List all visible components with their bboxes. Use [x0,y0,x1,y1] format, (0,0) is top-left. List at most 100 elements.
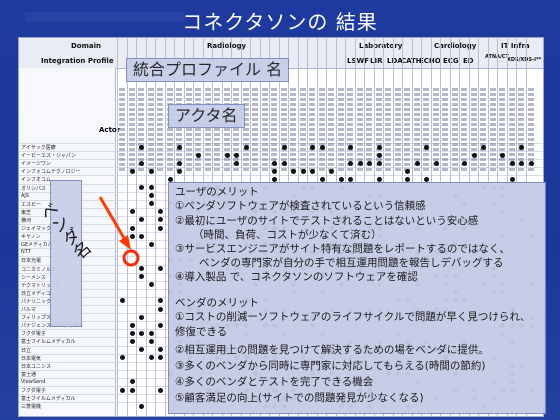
actor-header-text [185,88,192,173]
profile-lswf: LSWF [347,57,370,65]
vendor-row-label: フィリップス [21,315,51,322]
actor-header-text [489,88,496,173]
actor-header-text [423,88,429,173]
support-dot [129,225,135,231]
vendor-benefit-1-cont: 修復できる [175,326,228,338]
actor-header-text [147,88,154,173]
actor-header-text [385,88,391,173]
vendor-row-label: GEメディカル [21,242,53,249]
vendor-row-label: パルマ [21,307,37,313]
support-dot [376,144,382,150]
support-dot [509,160,515,166]
column-separator [126,38,128,416]
actor-header-text [470,88,477,173]
support-dot [348,144,353,150]
support-dot [129,168,135,174]
vendor-row-label: フクダ電子 [21,388,46,394]
user-benefit-1: ①ベンダソフトウェアが検査されているという信頼感 [175,200,426,212]
support-dot [148,282,154,288]
vendor-row-label: パナソニック [21,298,52,305]
slide-title: コネクタソンの 結果 [182,10,378,34]
support-dot [139,347,144,352]
support-dot [139,330,144,336]
column-separator [164,38,166,416]
support-dot [471,152,477,158]
user-benefit-3-cont: ベンダの専門家が自分の手で相互運用問題を報告しデバッグする [199,257,504,269]
support-dot [329,168,334,174]
column-separator [136,38,137,416]
actor-header-text [261,88,268,173]
support-dot [196,152,201,158]
support-dot [272,160,277,166]
support-dot [348,160,353,166]
support-dot [405,168,410,174]
support-dot [291,168,296,174]
support-dot [129,387,135,393]
actor-header-text [309,88,315,173]
support-dot [158,322,163,328]
actor-header-text [204,88,211,173]
support-dot [158,298,163,304]
support-dot [177,160,182,166]
support-dot [500,152,505,158]
actor-header-text [499,88,505,173]
support-dot [148,355,154,361]
actor-header-text [195,88,201,173]
vendor-row-label: フクダ電子 [21,331,46,338]
support-dot [158,355,163,361]
support-dot [129,233,135,239]
support-dot [139,274,144,280]
vendor-benefit-4: ④多くのベンダとテストを完了できる機会 [175,376,374,388]
vendor-row-label: 三菱電機 [21,404,42,411]
support-dot [139,160,144,166]
support-dot [414,160,420,166]
actor-header-text [299,88,306,173]
benefits-panel: ユーザのメリット ①ベンダソフトウェアが検査されているという信頼感 ②最初にユー… [168,182,546,414]
support-dot [376,152,382,158]
support-dot [129,338,135,344]
vendor-row-label: キヤノン [21,234,41,241]
column-separator [145,38,147,416]
vendor-benefit-3: ③多くのベンダから同時に専門家に対応してもらえる(時間の節約) [175,360,486,372]
actor-header-text [214,88,220,173]
actor-header-text [252,88,258,173]
vendor-row-label: 日立メディコ [21,290,51,297]
support-dot [481,144,486,150]
support-dot [139,217,144,223]
vendor-benefit-1: ①コストの削減ーソフトウェアのライフサイクルで問題が早く見つけられ、 [175,311,531,323]
vendor-row-label: シーメンス [21,274,46,281]
support-dot [376,160,382,166]
actor-header-text [442,88,448,173]
support-dot [139,144,144,150]
support-dot [234,152,239,158]
vendor-row-label: ViewSend [21,378,46,385]
support-dot [148,241,154,247]
support-dot [139,185,144,190]
support-dot [319,144,325,150]
support-dot [120,298,125,304]
support-dot [272,168,277,174]
profile-xds: XDS/XDS-I** [507,57,542,63]
support-dot [158,266,163,271]
support-dot [424,144,429,150]
support-dot [462,160,467,166]
profile-ecg: ECG [443,57,459,65]
actor-header-text [480,88,486,173]
actor-header-text [337,88,344,173]
support-dot [158,217,163,223]
vendor-row-label: アイサック医療 [21,145,56,151]
support-dot [120,387,125,393]
support-dot [139,233,144,239]
integration-profile-callout: 統合プロファイル 名 [126,58,290,82]
support-dot [129,330,135,336]
user-benefits-heading: ユーザのメリット [175,186,259,198]
support-dot [148,330,154,336]
support-dot [158,225,163,231]
support-dot [310,168,315,174]
vendor-row-label: 富士通 [21,371,37,378]
vendor-row-label: 日立 [21,347,32,354]
vendor-row-label: インフォコムテクノロジー [21,169,81,176]
vendor-row-label: 日本電気 [21,355,42,362]
user-benefit-2-note: （時間、負荷、コストが少なくて済む） [193,229,382,241]
support-dot [243,144,249,150]
